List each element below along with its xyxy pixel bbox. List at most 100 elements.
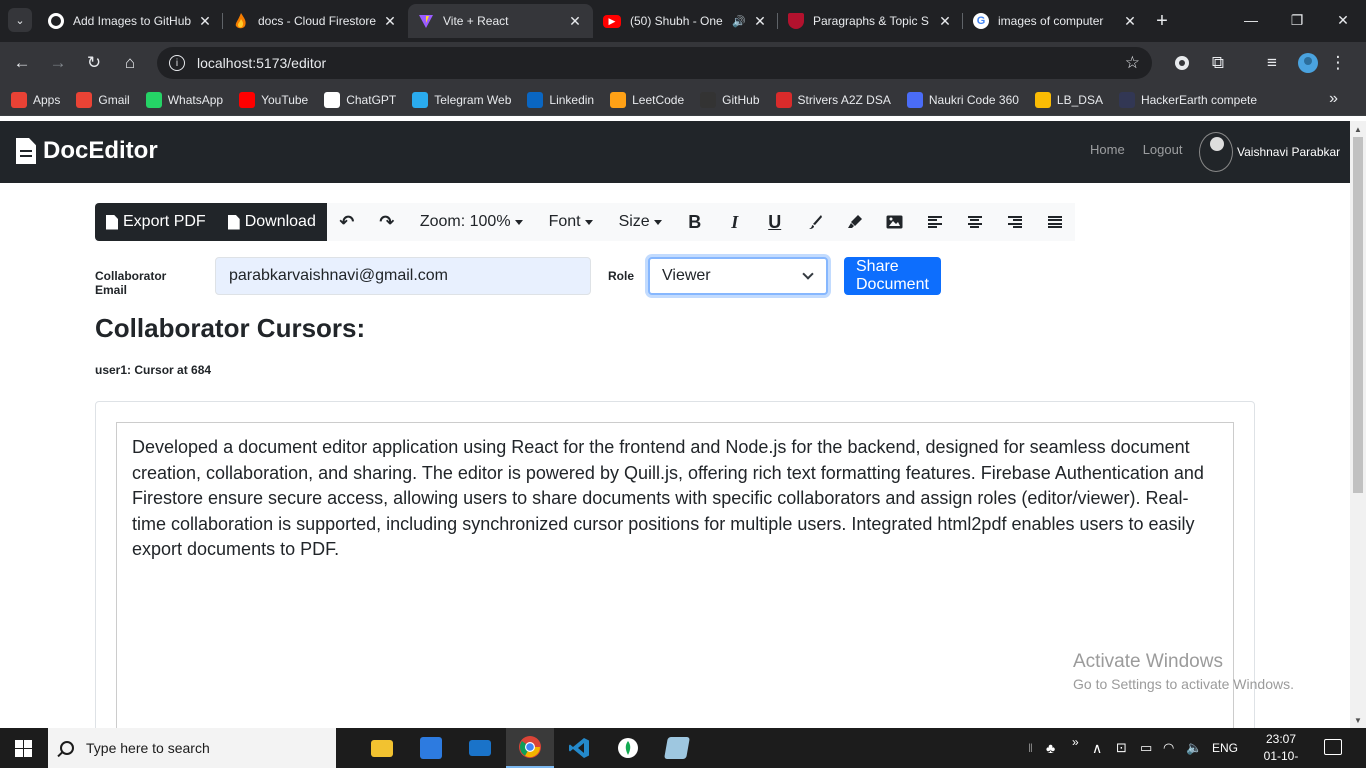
clock-time: 23:07	[1265, 732, 1297, 746]
vscode-icon[interactable]	[555, 728, 603, 768]
browser-tab[interactable]: G images of computer ✕	[963, 4, 1148, 38]
close-window-button[interactable]: ✕	[1320, 0, 1366, 40]
bookmark-item[interactable]: WhatsApp	[145, 91, 224, 108]
battery-icon[interactable]: ▭	[1140, 728, 1152, 768]
bookmark-star-icon[interactable]: ☆	[1125, 53, 1140, 73]
user-avatar[interactable]	[1199, 132, 1233, 172]
minimize-button[interactable]: —	[1228, 0, 1274, 40]
size-dropdown[interactable]: Size	[606, 203, 675, 241]
new-tab-button[interactable]: +	[1152, 10, 1172, 33]
redo-icon[interactable]: ↷	[367, 203, 407, 241]
insert-image-icon[interactable]	[875, 203, 915, 241]
media-control-icon[interactable]: ≡	[1260, 51, 1284, 75]
tab-close-icon[interactable]: ✕	[1122, 13, 1138, 30]
download-button[interactable]: Download	[216, 203, 327, 241]
audio-playing-icon[interactable]: 🔊	[732, 15, 746, 28]
home-icon[interactable]: ⌂	[118, 51, 142, 75]
tab-close-icon[interactable]: ✕	[752, 13, 768, 30]
shield-favicon-icon	[788, 13, 804, 29]
bookmark-item[interactable]: GitHub	[700, 91, 760, 108]
url-text[interactable]: localhost:5173/editor	[197, 55, 326, 71]
extensions-puzzle-icon[interactable]: ⧉	[1206, 51, 1230, 75]
italic-button[interactable]: I	[715, 203, 755, 241]
export-pdf-button[interactable]: Export PDF	[95, 203, 217, 241]
address-bar[interactable]: i localhost:5173/editor ☆	[157, 47, 1152, 79]
share-document-button[interactable]: Share Document	[844, 257, 941, 295]
notification-center-icon[interactable]	[1324, 739, 1342, 755]
forward-arrow-icon[interactable]: →	[46, 51, 70, 75]
language-indicator[interactable]: ENG	[1212, 728, 1238, 768]
tray-overflow-icon[interactable]: »	[1072, 722, 1079, 762]
tab-title: (50) Shubh - One	[630, 14, 723, 28]
undo-icon[interactable]: ↶	[327, 203, 367, 241]
underline-button[interactable]: U	[755, 203, 795, 241]
windows-start-icon[interactable]	[15, 740, 32, 757]
bold-button[interactable]: B	[675, 203, 715, 241]
browser-tab-active[interactable]: Vite + React ✕	[408, 4, 593, 38]
meet-now-icon[interactable]: ⊡	[1116, 728, 1127, 768]
brand-name: DocEditor	[43, 137, 158, 164]
bookmark-item[interactable]: Gmail	[76, 91, 130, 108]
tab-search-button[interactable]: ⌄	[8, 8, 32, 32]
align-right-icon[interactable]	[995, 203, 1035, 241]
nav-logout-link[interactable]: Logout	[1143, 142, 1183, 157]
font-dropdown[interactable]: Font	[536, 203, 606, 241]
scroll-up-arrow-icon[interactable]: ▲	[1350, 121, 1366, 137]
volume-icon[interactable]: 🔈	[1186, 728, 1202, 768]
scrollbar-thumb[interactable]	[1353, 137, 1363, 493]
microsoft-store-icon[interactable]	[407, 728, 455, 768]
browser-tab[interactable]: Add Images to GitHub ✕	[38, 4, 223, 38]
user-name: Vaishnavi Parabkar	[1237, 145, 1341, 159]
profile-avatar-icon[interactable]	[1296, 51, 1320, 75]
file-explorer-icon[interactable]	[358, 728, 406, 768]
align-center-icon[interactable]	[955, 203, 995, 241]
browser-menu-icon[interactable]: ⋮	[1326, 51, 1350, 75]
zoom-dropdown[interactable]: Zoom: 100%	[407, 203, 536, 241]
taskbar-clock[interactable]: 23:07 01-10-2024	[1252, 731, 1310, 768]
extension-circle-icon[interactable]	[1170, 51, 1194, 75]
brand[interactable]: DocEditor	[16, 137, 158, 165]
mail-icon[interactable]	[456, 728, 504, 768]
tray-app-icon[interactable]: ♣	[1046, 728, 1055, 768]
bookmark-label: WhatsApp	[167, 92, 224, 107]
bookmarks-overflow-icon[interactable]: »	[1329, 90, 1338, 108]
bookmark-item[interactable]: Telegram Web	[412, 91, 511, 108]
browser-tab[interactable]: Paragraphs & Topic S ✕	[778, 4, 963, 38]
bookmark-item[interactable]: LeetCode	[610, 91, 684, 108]
tab-close-icon[interactable]: ✕	[567, 13, 583, 30]
restore-button[interactable]: ❐	[1274, 0, 1320, 40]
back-arrow-icon[interactable]: ←	[10, 51, 34, 75]
nav-home-link[interactable]: Home	[1090, 142, 1125, 157]
bookmark-item[interactable]: YouTube	[239, 91, 308, 108]
collaborator-email-input[interactable]: parabkarvaishnavi@gmail.com	[215, 257, 591, 295]
bookmark-item[interactable]: HackerEarth compete	[1118, 91, 1257, 108]
browser-tab[interactable]: ▶ (50) Shubh - One 🔊 ✕	[593, 4, 778, 38]
reload-icon[interactable]: ↻	[82, 51, 106, 75]
tab-close-icon[interactable]: ✕	[937, 13, 953, 30]
scroll-down-arrow-icon[interactable]: ▼	[1350, 712, 1366, 728]
site-info-icon[interactable]: i	[169, 55, 185, 71]
align-justify-icon[interactable]	[1035, 203, 1075, 241]
bookmark-item[interactable]: Linkedin	[527, 91, 594, 108]
bookmark-item[interactable]: LB_DSA	[1034, 91, 1103, 108]
page-scrollbar[interactable]: ▲ ▼	[1350, 121, 1366, 728]
document-editor[interactable]: Developed a document editor application …	[116, 422, 1234, 742]
align-left-icon[interactable]	[915, 203, 955, 241]
text-color-brush-icon[interactable]	[795, 203, 835, 241]
notes-app-icon[interactable]	[653, 728, 701, 768]
bookmark-label: Strivers A2Z DSA	[797, 92, 891, 107]
wifi-icon[interactable]: ◠	[1163, 728, 1174, 768]
tab-close-icon[interactable]: ✕	[197, 13, 213, 30]
bookmark-item[interactable]: Strivers A2Z DSA	[775, 91, 891, 108]
browser-tab[interactable]: docs - Cloud Firestore ✕	[223, 4, 408, 38]
tab-close-icon[interactable]: ✕	[382, 13, 398, 30]
bookmark-item[interactable]: ChatGPT	[324, 91, 396, 108]
chrome-taskbar-icon[interactable]	[506, 728, 554, 768]
show-hidden-icons-icon[interactable]: ∧	[1092, 728, 1102, 768]
role-select[interactable]: Viewer	[648, 257, 828, 295]
mongodb-compass-icon[interactable]	[604, 728, 652, 768]
bookmark-item[interactable]: Apps	[11, 91, 60, 108]
taskbar-search-box[interactable]: Type here to search	[48, 728, 336, 768]
bookmark-item[interactable]: Naukri Code 360	[906, 91, 1019, 108]
highlighter-icon[interactable]	[835, 203, 875, 241]
